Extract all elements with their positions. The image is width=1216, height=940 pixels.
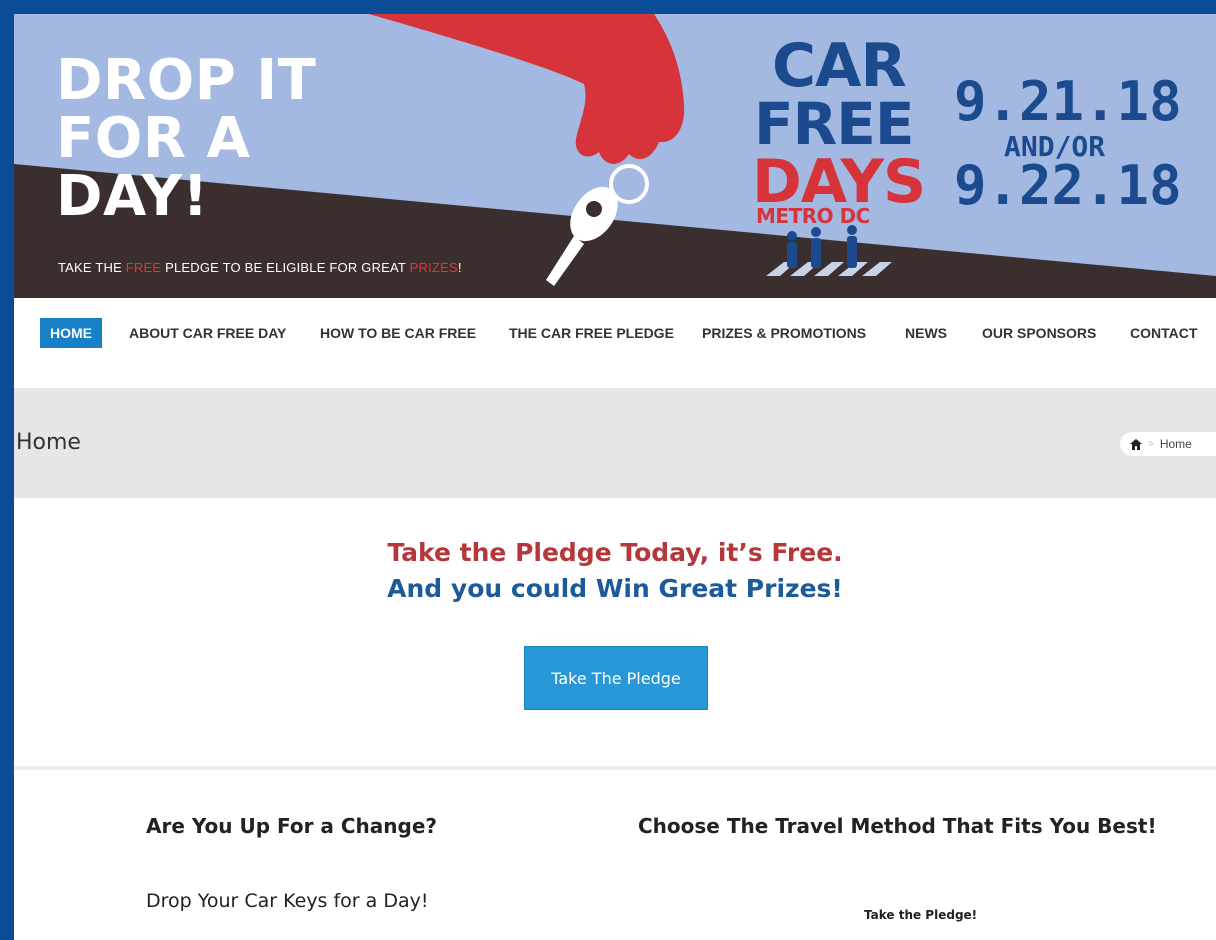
- breadcrumb-separator-icon: >: [1148, 438, 1154, 450]
- event-date-2: 9.22.18: [954, 154, 1182, 217]
- banner-headline: DROP IT FOR A DAY!: [56, 52, 316, 226]
- page-title-bar: Home > Home: [14, 388, 1216, 498]
- tagline-free: FREE: [125, 260, 162, 275]
- logo-days: DAYS: [752, 147, 926, 217]
- section-divider: [14, 766, 1216, 770]
- logo-car: CAR: [772, 31, 907, 101]
- tagline-end: !: [457, 260, 462, 275]
- tagline-prizes: PRIZES: [409, 260, 458, 275]
- header-banner[interactable]: DROP IT FOR A DAY! TAKE THE FREE PLEDGE …: [14, 14, 1216, 298]
- logo-metro: METRO DC: [756, 204, 870, 228]
- nav-item-home[interactable]: HOME: [40, 318, 102, 348]
- banner-headline-line3: DAY!: [56, 164, 209, 229]
- nav-item-prizes[interactable]: PRIZES & PROMOTIONS: [702, 318, 866, 348]
- right-column-pledge-link[interactable]: Take the Pledge!: [864, 908, 977, 922]
- event-date-1: 9.21.18: [954, 70, 1182, 133]
- banner-tagline: TAKE THE FREE PLEDGE TO BE ELIGIBLE FOR …: [58, 260, 462, 275]
- left-column-heading: Are You Up For a Change?: [146, 814, 437, 838]
- page-title: Home: [16, 430, 81, 455]
- banner-headline-line2: FOR A: [56, 106, 251, 171]
- breadcrumb-current: Home: [1159, 437, 1192, 451]
- hero-line-1: Take the Pledge Today, it’s Free.: [387, 538, 843, 567]
- nav-item-pledge[interactable]: THE CAR FREE PLEDGE: [509, 318, 674, 348]
- right-column-heading: Choose The Travel Method That Fits You B…: [638, 814, 1157, 838]
- main-nav: HOME ABOUT CAR FREE DAY HOW TO BE CAR FR…: [14, 298, 1216, 388]
- nav-item-news[interactable]: NEWS: [905, 318, 947, 348]
- left-column-text: Drop Your Car Keys for a Day!: [146, 890, 429, 912]
- nav-item-about[interactable]: ABOUT CAR FREE DAY: [129, 318, 286, 348]
- tagline-part2: PLEDGE TO BE ELIGIBLE FOR GREAT: [161, 260, 410, 275]
- nav-item-contact[interactable]: CONTACT: [1130, 318, 1197, 348]
- logo-free: FREE: [754, 90, 915, 158]
- page: DROP IT FOR A DAY! TAKE THE FREE PLEDGE …: [14, 14, 1216, 940]
- home-icon[interactable]: [1130, 438, 1142, 450]
- tagline-part1: TAKE THE: [58, 260, 126, 275]
- hero-line-2: And you could Win Great Prizes!: [387, 574, 843, 603]
- breadcrumb: > Home: [1120, 432, 1216, 456]
- take-pledge-button[interactable]: Take The Pledge: [524, 646, 708, 710]
- nav-item-sponsors[interactable]: OUR SPONSORS: [982, 318, 1096, 348]
- banner-headline-line1: DROP IT: [56, 48, 317, 113]
- nav-item-how-to[interactable]: HOW TO BE CAR FREE: [320, 318, 476, 348]
